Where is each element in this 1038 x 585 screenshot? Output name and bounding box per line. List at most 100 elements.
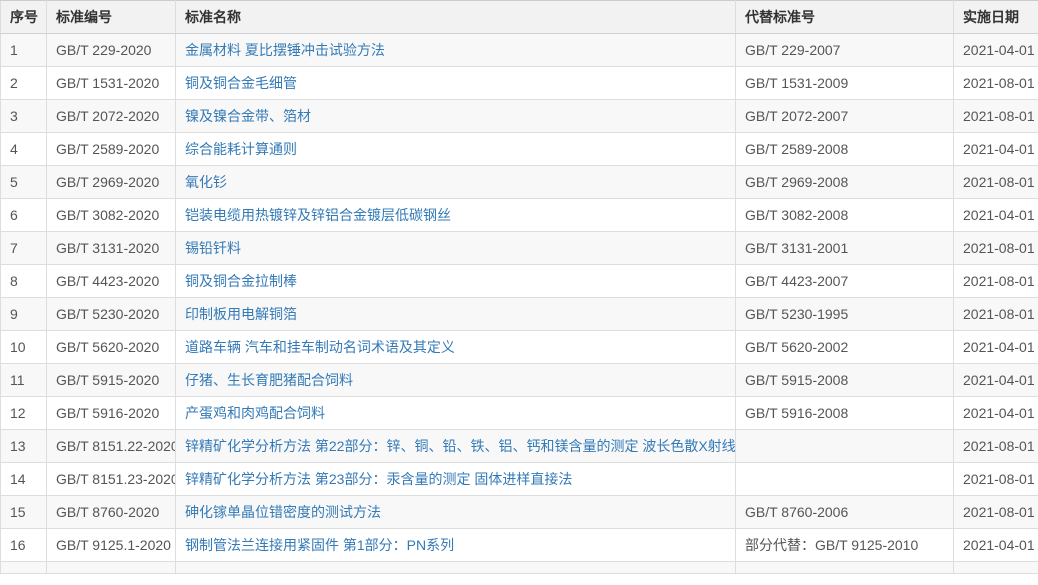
cell-implementation-date: 2021-08-01 xyxy=(954,67,1038,100)
cell-replaced-code: GB/T 2589-2008 xyxy=(736,133,954,166)
cell-replaced-code: 部分代替：GB/T 9125-2010 xyxy=(736,529,954,562)
column-header-index: 序号 xyxy=(1,1,47,34)
cell-implementation-date: 2021-08-01 xyxy=(954,298,1038,331)
cell-standard-code: GB/T 1531-2020 xyxy=(47,67,176,100)
cell-standard-code: GB/T 3082-2020 xyxy=(47,199,176,232)
cell-implementation-date: 2021-04-01 xyxy=(954,331,1038,364)
cell-standard-name: 综合能耗计算通则 xyxy=(176,133,736,166)
cell-standard-code: GB/T 5620-2020 xyxy=(47,331,176,364)
cell-standard-name: 铜及铜合金拉制棒 xyxy=(176,265,736,298)
table-row: 9 GB/T 5230-2020 印制板用电解铜箔 GB/T 5230-1995… xyxy=(1,298,1038,331)
cell-standard-code: GB/T 5230-2020 xyxy=(47,298,176,331)
cell-implementation-date: 2021-08-01 xyxy=(954,265,1038,298)
cell-implementation-date: 2021-08-01 xyxy=(954,166,1038,199)
table-row: 6 GB/T 3082-2020 铠装电缆用热镀锌及锌铝合金镀层低碳钢丝 GB/… xyxy=(1,199,1038,232)
cell-index: 5 xyxy=(1,166,47,199)
cell-standard-name: 仔猪、生长育肥猪配合饲料 xyxy=(176,364,736,397)
table-row: 16 GB/T 9125.1-2020 钢制管法兰连接用紧固件 第1部分：PN系… xyxy=(1,529,1038,562)
standard-name-link[interactable]: 镍及镍合金带、箔材 xyxy=(185,108,311,124)
cell-index: 2 xyxy=(1,67,47,100)
cell-index: 15 xyxy=(1,496,47,529)
cell-replaced-code: GB/T 5230-1995 xyxy=(736,298,954,331)
standard-name-link[interactable]: 铠装电缆用热镀锌及锌铝合金镀层低碳钢丝 xyxy=(185,207,451,223)
cell-replaced-code: GB/T 3131-2001 xyxy=(736,232,954,265)
table-row: 15 GB/T 8760-2020 砷化镓单晶位错密度的测试方法 GB/T 87… xyxy=(1,496,1038,529)
cell-replaced-code: GB/T 2072-2007 xyxy=(736,100,954,133)
standard-name-link[interactable]: 砷化镓单晶位错密度的测试方法 xyxy=(185,504,381,520)
cell-index: 4 xyxy=(1,133,47,166)
cell-standard-code: GB/T 8760-2020 xyxy=(47,496,176,529)
cell-standard-name: 钢制管法兰连接用紧固件 第1部分：PN系列 xyxy=(176,529,736,562)
cell-standard-name: 镍及镍合金带、箔材 xyxy=(176,100,736,133)
cell-replaced-code: GB/T 4423-2007 xyxy=(736,265,954,298)
standard-name-link[interactable]: 锌精矿化学分析方法 第22部分：锌、铜、铅、铁、铝、钙和镁含量的测定 波长色散X… xyxy=(185,438,736,454)
cell-index: 9 xyxy=(1,298,47,331)
standard-name-link[interactable]: 综合能耗计算通则 xyxy=(185,141,297,157)
cell-standard-code: GB/T 9125.1-2020 xyxy=(47,529,176,562)
column-header-standard-name: 标准名称 xyxy=(176,1,736,34)
cell-standard-code: GB/T 8151.23-2020 xyxy=(47,463,176,496)
cell-standard-name: 锡铅钎料 xyxy=(176,232,736,265)
cell-empty xyxy=(736,562,954,574)
cell-implementation-date: 2021-04-01 xyxy=(954,199,1038,232)
cell-standard-code: GB/T 8151.22-2020 xyxy=(47,430,176,463)
table-row: 11 GB/T 5915-2020 仔猪、生长育肥猪配合饲料 GB/T 5915… xyxy=(1,364,1038,397)
cell-index: 11 xyxy=(1,364,47,397)
cell-replaced-code: GB/T 5916-2008 xyxy=(736,397,954,430)
standard-name-link[interactable]: 铜及铜合金毛细管 xyxy=(185,75,297,91)
standard-name-link[interactable]: 氧化钐 xyxy=(185,174,227,190)
standard-name-link[interactable]: 钢制管法兰连接用紧固件 第1部分：PN系列 xyxy=(185,537,454,553)
header-row: 序号 标准编号 标准名称 代替标准号 实施日期 xyxy=(1,1,1038,34)
table-row: 12 GB/T 5916-2020 产蛋鸡和肉鸡配合饲料 GB/T 5916-2… xyxy=(1,397,1038,430)
cell-empty xyxy=(176,562,736,574)
cell-index: 13 xyxy=(1,430,47,463)
standard-name-link[interactable]: 锌精矿化学分析方法 第23部分：汞含量的测定 固体进样直接法 xyxy=(185,471,572,487)
column-header-implementation-date: 实施日期 xyxy=(954,1,1038,34)
cell-standard-code: GB/T 2969-2020 xyxy=(47,166,176,199)
cell-standard-code: GB/T 5916-2020 xyxy=(47,397,176,430)
cell-standard-name: 铠装电缆用热镀锌及锌铝合金镀层低碳钢丝 xyxy=(176,199,736,232)
cell-replaced-code: GB/T 8760-2006 xyxy=(736,496,954,529)
cell-standard-name: 道路车辆 汽车和挂车制动名词术语及其定义 xyxy=(176,331,736,364)
cell-index: 7 xyxy=(1,232,47,265)
table-row: 1 GB/T 229-2020 金属材料 夏比摆锤冲击试验方法 GB/T 229… xyxy=(1,34,1038,67)
cell-empty xyxy=(954,562,1038,574)
cell-implementation-date: 2021-08-01 xyxy=(954,430,1038,463)
cell-index: 14 xyxy=(1,463,47,496)
cell-index: 6 xyxy=(1,199,47,232)
table-row: 7 GB/T 3131-2020 锡铅钎料 GB/T 3131-2001 202… xyxy=(1,232,1038,265)
cell-replaced-code: GB/T 1531-2009 xyxy=(736,67,954,100)
cell-replaced-code: GB/T 5620-2002 xyxy=(736,331,954,364)
table-row: 2 GB/T 1531-2020 铜及铜合金毛细管 GB/T 1531-2009… xyxy=(1,67,1038,100)
cell-index: 16 xyxy=(1,529,47,562)
column-header-replaced-code: 代替标准号 xyxy=(736,1,954,34)
cell-standard-name: 印制板用电解铜箔 xyxy=(176,298,736,331)
standard-name-link[interactable]: 金属材料 夏比摆锤冲击试验方法 xyxy=(185,42,385,58)
cell-implementation-date: 2021-08-01 xyxy=(954,496,1038,529)
cell-standard-code: GB/T 2072-2020 xyxy=(47,100,176,133)
cell-index: 8 xyxy=(1,265,47,298)
cell-replaced-code: GB/T 5915-2008 xyxy=(736,364,954,397)
table-row: 14 GB/T 8151.23-2020 锌精矿化学分析方法 第23部分：汞含量… xyxy=(1,463,1038,496)
cell-empty xyxy=(1,562,47,574)
cell-standard-name: 砷化镓单晶位错密度的测试方法 xyxy=(176,496,736,529)
cell-empty xyxy=(47,562,176,574)
cell-implementation-date: 2021-04-01 xyxy=(954,34,1038,67)
table-row: 4 GB/T 2589-2020 综合能耗计算通则 GB/T 2589-2008… xyxy=(1,133,1038,166)
standards-table: 序号 标准编号 标准名称 代替标准号 实施日期 1 GB/T 229-2020 … xyxy=(0,0,1038,574)
cell-implementation-date: 2021-08-01 xyxy=(954,232,1038,265)
standard-name-link[interactable]: 铜及铜合金拉制棒 xyxy=(185,273,297,289)
cell-standard-name: 铜及铜合金毛细管 xyxy=(176,67,736,100)
table-row: 5 GB/T 2969-2020 氧化钐 GB/T 2969-2008 2021… xyxy=(1,166,1038,199)
standard-name-link[interactable]: 印制板用电解铜箔 xyxy=(185,306,297,322)
standard-name-link[interactable]: 锡铅钎料 xyxy=(185,240,241,256)
cell-standard-name: 氧化钐 xyxy=(176,166,736,199)
standard-name-link[interactable]: 仔猪、生长育肥猪配合饲料 xyxy=(185,372,353,388)
standard-name-link[interactable]: 道路车辆 汽车和挂车制动名词术语及其定义 xyxy=(185,339,455,355)
cell-replaced-code: GB/T 229-2007 xyxy=(736,34,954,67)
cell-replaced-code xyxy=(736,463,954,496)
column-header-standard-code: 标准编号 xyxy=(47,1,176,34)
table-row: 10 GB/T 5620-2020 道路车辆 汽车和挂车制动名词术语及其定义 G… xyxy=(1,331,1038,364)
cell-replaced-code: GB/T 2969-2008 xyxy=(736,166,954,199)
standard-name-link[interactable]: 产蛋鸡和肉鸡配合饲料 xyxy=(185,405,325,421)
